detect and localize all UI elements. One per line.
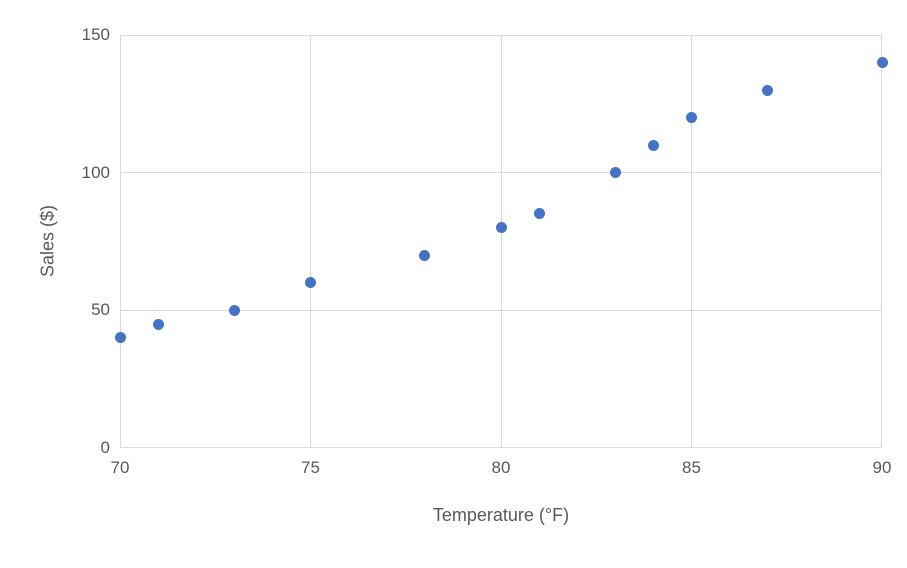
data-point	[610, 167, 621, 178]
x-axis-label: Temperature (°F)	[433, 505, 569, 526]
y-tick-label: 100	[50, 163, 110, 183]
data-point	[229, 305, 240, 316]
y-axis-label: Sales ($)	[38, 205, 59, 277]
x-tick-label: 90	[862, 458, 902, 478]
data-point	[153, 319, 164, 330]
gridline-v	[691, 35, 692, 448]
y-tick-label: 50	[50, 300, 110, 320]
data-point	[762, 85, 773, 96]
y-tick-label: 0	[50, 438, 110, 458]
x-tick-label: 80	[481, 458, 521, 478]
data-point	[115, 332, 126, 343]
data-point	[419, 250, 430, 261]
x-tick-label: 75	[291, 458, 331, 478]
y-tick-label: 150	[50, 25, 110, 45]
x-tick-label: 70	[100, 458, 140, 478]
scatter-chart: 0 50 100 150 70 75 80 85 90 Sales ($) Temperatu…	[0, 0, 907, 568]
data-point	[877, 57, 888, 68]
gridline-v	[310, 35, 311, 448]
x-tick-label: 85	[672, 458, 712, 478]
data-point	[648, 140, 659, 151]
gridline-v	[501, 35, 502, 448]
data-point	[496, 222, 507, 233]
